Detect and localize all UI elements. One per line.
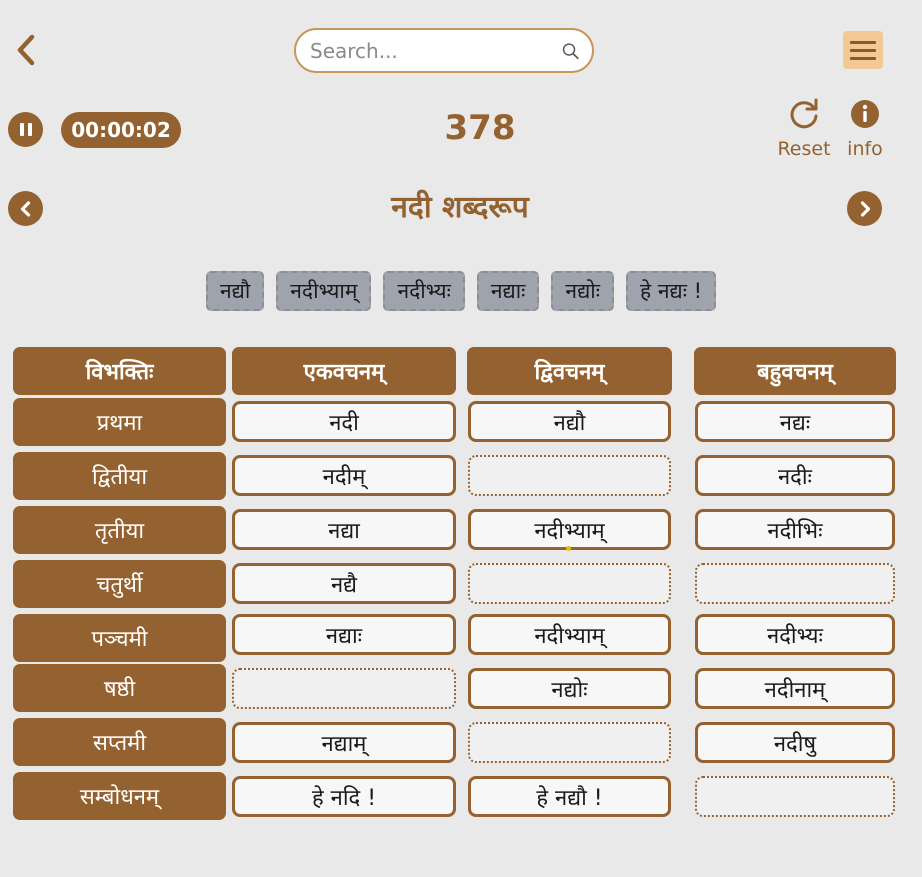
answer-cell[interactable]: नदीम् (232, 455, 456, 496)
search-input[interactable] (308, 37, 561, 64)
row-label: द्वितीया (13, 452, 226, 500)
empty-answer-slot[interactable] (468, 455, 671, 496)
chevron-left-icon (17, 34, 35, 66)
pause-button[interactable] (8, 112, 43, 147)
previous-word-button[interactable] (8, 191, 43, 226)
option-chip[interactable]: नदीभ्याम् (276, 271, 372, 311)
info-button[interactable]: info (835, 96, 895, 160)
search-bar (294, 28, 594, 73)
row-label: चतुर्थी (13, 560, 226, 608)
answer-cell[interactable]: नदीभ्याम् (468, 509, 671, 550)
next-circle-icon (860, 200, 870, 217)
answer-cell[interactable]: हे नदि ! (232, 776, 456, 817)
answer-cell[interactable]: हे नद्यौ ! (468, 776, 671, 817)
answer-cell[interactable]: नद्या (232, 509, 456, 550)
answer-cell[interactable]: नद्यै (232, 563, 456, 604)
answer-cell[interactable]: नदीभिः (695, 509, 895, 550)
reset-icon (790, 98, 818, 129)
answer-cell[interactable]: नद्याम् (232, 722, 456, 763)
empty-answer-slot[interactable] (468, 563, 671, 604)
search-icon[interactable] (561, 38, 580, 64)
answer-cell[interactable]: नद्याः (232, 614, 456, 655)
cursor-indicator (566, 546, 571, 551)
row-label: तृतीया (13, 506, 226, 554)
header-vibhakti: विभक्तिः (13, 347, 226, 395)
answer-cell[interactable]: नदीभ्यः (695, 614, 895, 655)
answer-cell[interactable]: नद्यौ (468, 401, 671, 442)
option-chip[interactable]: नदीभ्यः (383, 271, 465, 311)
answer-cell[interactable]: नदीनाम् (695, 668, 895, 709)
option-chip[interactable]: नद्यौ (205, 271, 265, 311)
option-chips: नद्यौ नदीभ्याम् नदीभ्यः नद्याः नद्योः हे… (0, 271, 922, 311)
prev-circle-icon (20, 200, 30, 217)
answer-cell[interactable]: नदीभ्याम् (468, 614, 671, 655)
empty-answer-slot[interactable] (695, 563, 895, 604)
empty-answer-slot[interactable] (468, 722, 671, 763)
header-ekavachanam: एकवचनम् (232, 347, 456, 395)
empty-answer-slot[interactable] (695, 776, 895, 817)
option-chip[interactable]: नद्याः (476, 271, 540, 311)
info-icon (851, 100, 879, 128)
hamburger-menu-button[interactable] (843, 31, 883, 69)
reset-label: Reset (777, 138, 831, 160)
reset-button[interactable]: Reset (774, 96, 834, 160)
back-button[interactable] (8, 30, 44, 70)
answer-cell[interactable]: नदीषु (695, 722, 895, 763)
answer-cell[interactable]: नद्योः (468, 668, 671, 709)
answer-cell[interactable]: नद्यः (695, 401, 895, 442)
row-label: षष्ठी (13, 664, 226, 712)
row-label: सप्तमी (13, 718, 226, 766)
timer-display: 00:00:02 (61, 112, 181, 148)
option-chip[interactable]: हे नद्यः ! (626, 271, 717, 311)
hamburger-menu-icon (850, 40, 876, 44)
row-label: सम्बोधनम् (13, 772, 226, 820)
pause-icon (19, 123, 24, 136)
header-dvivachanam: द्विवचनम् (467, 347, 672, 395)
answer-cell[interactable]: नदीः (695, 455, 895, 496)
word-counter: 378 (444, 108, 516, 148)
row-label: पञ्चमी (13, 614, 226, 662)
option-chip[interactable]: नद्योः (551, 271, 614, 311)
header-bahuvachanam: बहुवचनम् (694, 347, 896, 395)
page-title: नदी शब्दरूप (391, 190, 529, 225)
next-word-button[interactable] (847, 191, 882, 226)
row-label: प्रथमा (13, 398, 226, 446)
empty-answer-slot[interactable] (232, 668, 456, 709)
info-label: info (847, 138, 883, 160)
answer-cell[interactable]: नदी (232, 401, 456, 442)
